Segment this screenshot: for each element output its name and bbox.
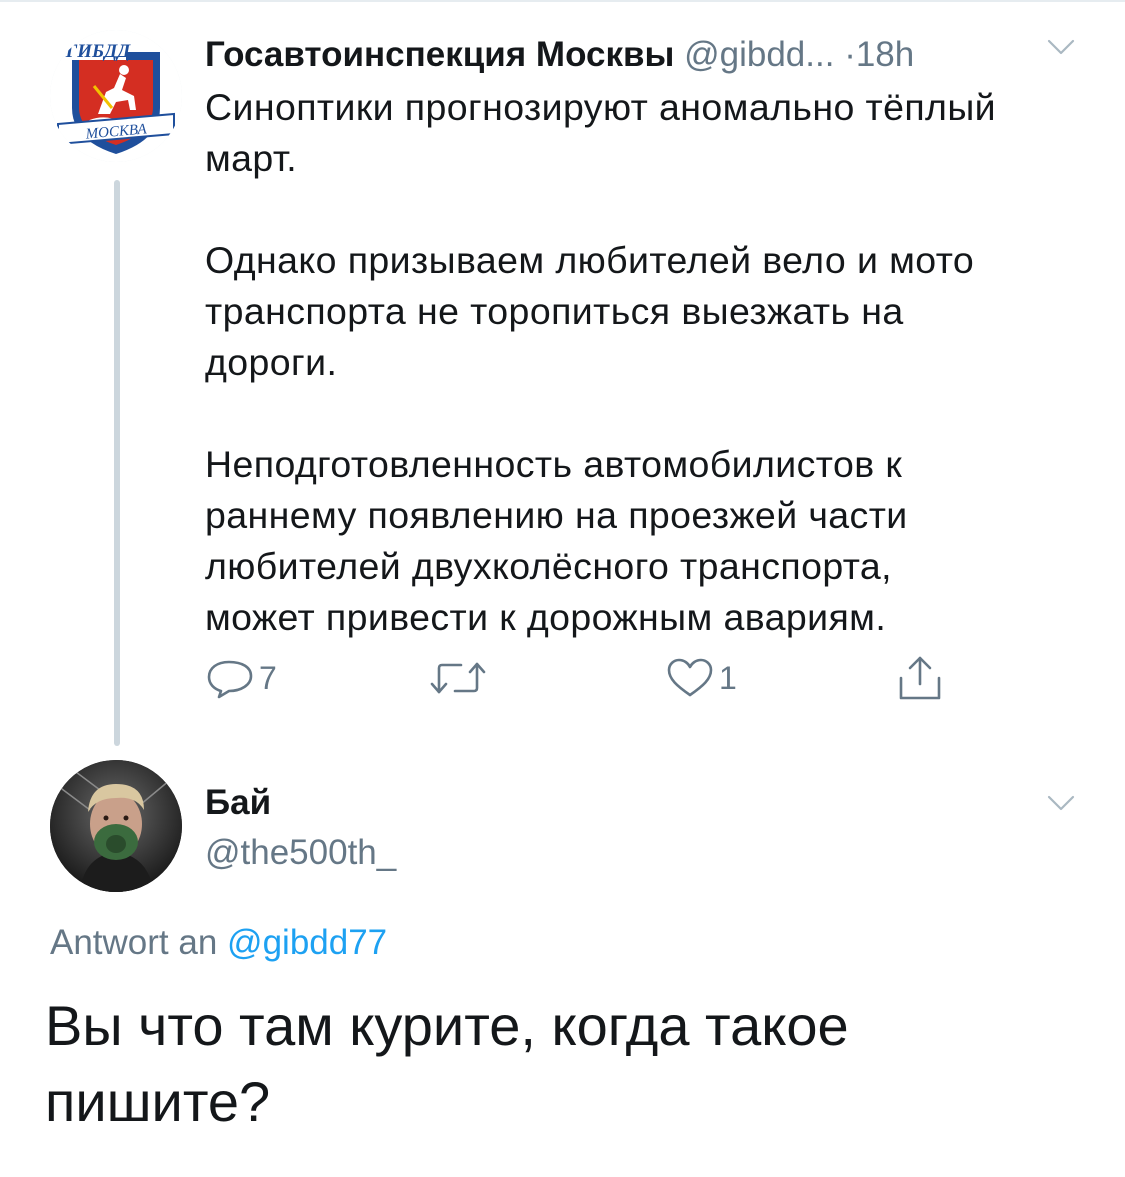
reply-author-avatar[interactable] <box>50 760 182 892</box>
share-button[interactable] <box>895 650 949 706</box>
reply-author-name[interactable]: Бай <box>205 778 271 828</box>
thread-connector-line <box>114 180 120 746</box>
retweet-icon <box>430 662 486 694</box>
gibdd-emblem-icon: ГИБДД МОСКВА <box>50 30 182 162</box>
tweet-text: Синоптики прогнозируют аномально тёплый … <box>205 82 1085 643</box>
retweet-button[interactable] <box>427 650 493 706</box>
replying-to-label: Antwort an <box>50 923 218 962</box>
top-divider <box>0 0 1125 2</box>
tweet-menu-chevron-icon[interactable] <box>1046 36 1076 58</box>
tweet-time[interactable]: 18h <box>856 35 914 74</box>
tweet-header: Госавтоинспекция Москвы @gibdd... ·18h <box>205 30 1085 80</box>
reply-button[interactable]: 7 <box>205 650 277 706</box>
tweet-paragraph: Однако призываем любителей вело и мото т… <box>205 239 975 383</box>
reply-text: Вы что там курите, когда такое пишите? <box>45 994 849 1133</box>
tweet-paragraph: Неподготовленность автомобилистов к ранн… <box>205 443 908 638</box>
share-icon <box>899 656 941 700</box>
reply-author-handle[interactable]: @the500th_ <box>205 828 396 878</box>
person-with-respirator-icon <box>50 760 182 892</box>
replying-to-line: Antwort an @gibdd77 <box>50 918 387 968</box>
header-separator: · <box>844 35 856 74</box>
reply-count: 7 <box>259 659 277 696</box>
author-name[interactable]: Госавтоинспекция Москвы <box>205 35 674 74</box>
like-count: 1 <box>719 659 737 696</box>
reply-menu-chevron-icon[interactable] <box>1046 792 1076 814</box>
like-button[interactable]: 1 <box>665 650 737 706</box>
author-handle[interactable]: @gibdd... <box>684 35 834 74</box>
tweet-actions-bar: 7 1 <box>205 650 965 706</box>
like-icon <box>667 658 713 697</box>
gibdd-avatar[interactable]: ГИБДД МОСКВА <box>50 30 182 162</box>
replying-to-mention[interactable]: @gibdd77 <box>227 923 387 962</box>
svg-text:ГИБДД: ГИБДД <box>65 41 132 62</box>
reply-icon <box>207 660 253 699</box>
tweet-paragraph: Синоптики прогнозируют аномально тёплый … <box>205 86 997 179</box>
